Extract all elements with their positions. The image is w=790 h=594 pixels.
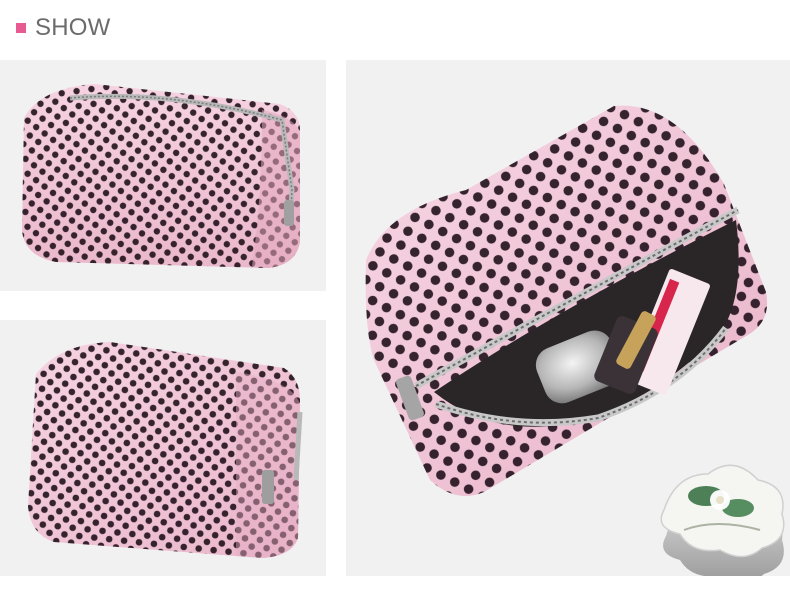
flower-tin [660, 464, 785, 576]
pouch-closed-angle-photo [0, 320, 326, 576]
section-title: SHOW [35, 14, 111, 41]
pouch-side-panel [236, 372, 300, 558]
section-header: SHOW [16, 14, 110, 42]
pouch-closed-front-illustration [22, 84, 300, 268]
pouch-open-illustration [365, 105, 785, 576]
product-show-page: SHOW [0, 0, 790, 594]
zipper-pull [284, 200, 294, 226]
pouch-closed-front-photo [0, 60, 326, 291]
pouch-open-with-cosmetics-photo [346, 60, 790, 576]
pouch-closed-angle-illustration [28, 342, 303, 558]
zipper-pull [262, 470, 274, 504]
header-accent-square [16, 23, 26, 33]
